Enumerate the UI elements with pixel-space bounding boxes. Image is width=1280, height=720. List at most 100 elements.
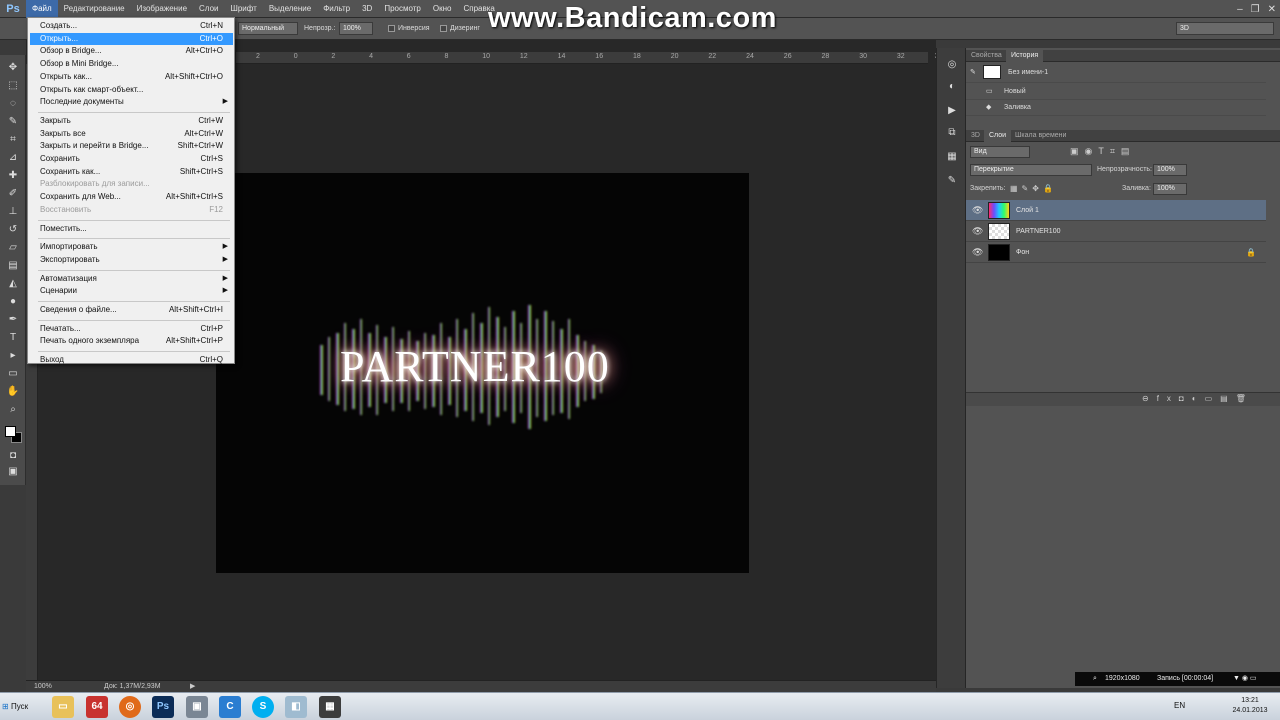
- layer-action-icons[interactable]: ⊖fx◘◐▭▤🗑: [1142, 394, 1254, 403]
- file-menu-item[interactable]: Сведения о файле... Alt+Shift+Ctrl+I: [30, 304, 233, 316]
- film-icon[interactable]: ▦: [319, 696, 341, 718]
- lock-icons[interactable]: ▦✎✥🔒: [1010, 184, 1057, 193]
- file-menu-item[interactable]: Экспортировать ▶: [30, 254, 233, 266]
- layer-opacity-input[interactable]: 100%: [1153, 164, 1187, 176]
- lasso-tool-icon[interactable]: ◌: [5, 97, 21, 111]
- file-menu-item[interactable]: Выход Ctrl+Q: [30, 354, 233, 366]
- history-brush-tool-icon[interactable]: ↺: [5, 223, 21, 237]
- healing-tool-icon[interactable]: ✚: [5, 169, 21, 183]
- monitor-icon[interactable]: ▣: [186, 696, 208, 718]
- crop-tool-icon[interactable]: ⌗: [5, 133, 21, 147]
- eyedropper-tool-icon[interactable]: ⊿: [5, 151, 21, 165]
- hand-tool-icon[interactable]: ✋: [5, 385, 21, 399]
- actions-icon[interactable]: ▶: [944, 104, 960, 118]
- blend-mode-select[interactable]: Нормальный: [238, 22, 298, 35]
- ccleaner-icon[interactable]: C: [219, 696, 241, 718]
- file-menu-item[interactable]: Сохранить Ctrl+S: [30, 153, 233, 165]
- tab-properties[interactable]: Свойства: [966, 50, 1007, 62]
- minimize-button[interactable]: –: [1237, 4, 1243, 15]
- file-menu-item[interactable]: Разблокировать для записи...: [30, 178, 233, 190]
- file-menu-item[interactable]: Обзор в Mini Bridge...: [30, 58, 233, 70]
- file-menu-item[interactable]: Восстановить F12: [30, 204, 233, 216]
- file-menu-item[interactable]: Открыть... Ctrl+O: [30, 32, 233, 45]
- layer-blend-select[interactable]: Перекрытие: [970, 164, 1092, 176]
- fill-input[interactable]: 100%: [1153, 183, 1187, 195]
- menu-edit[interactable]: Редактирование: [58, 0, 131, 18]
- eraser-tool-icon[interactable]: ▱: [5, 241, 21, 255]
- file-menu-item[interactable]: Сценарии ▶: [30, 285, 233, 297]
- dither-checkbox[interactable]: Дизеринг: [440, 22, 480, 35]
- history-icon[interactable]: ⧉: [944, 126, 960, 140]
- eye-icon[interactable]: 👁: [972, 221, 983, 242]
- history-snapshot[interactable]: ✎ Без имени-1: [966, 63, 1266, 83]
- layer-filter-icons[interactable]: ▣◉T⌗▤: [1070, 146, 1135, 157]
- file-menu-item[interactable]: Закрыть и перейти в Bridge... Shift+Ctrl+…: [30, 140, 233, 152]
- navigator-icon[interactable]: ◎: [944, 58, 960, 72]
- eye-icon[interactable]: 👁: [972, 242, 983, 263]
- language-indicator[interactable]: EN: [1174, 701, 1185, 710]
- tab-3d[interactable]: 3D: [966, 130, 985, 142]
- close-button[interactable]: ✕: [1268, 4, 1276, 15]
- layer-filter-select[interactable]: Вид: [970, 146, 1030, 158]
- marquee-tool-icon[interactable]: ⬚: [5, 79, 21, 93]
- opacity-input[interactable]: 100%: [339, 22, 373, 35]
- brushes-icon[interactable]: ✎: [944, 174, 960, 188]
- path-select-tool-icon[interactable]: ▸: [5, 349, 21, 363]
- menu-window[interactable]: Окно: [427, 0, 458, 18]
- file-menu-item[interactable]: Поместить...: [30, 223, 233, 235]
- folder-icon[interactable]: ◧: [285, 696, 307, 718]
- file-menu-item[interactable]: Сохранить как... Shift+Ctrl+S: [30, 166, 233, 178]
- zoom-tool-icon[interactable]: ⌕: [5, 403, 21, 417]
- firefox-icon[interactable]: ◎: [119, 696, 141, 718]
- tab-history[interactable]: История: [1006, 50, 1044, 62]
- quick-select-tool-icon[interactable]: ✎: [5, 115, 21, 129]
- document-canvas[interactable]: PARTNER100: [216, 173, 749, 573]
- history-state[interactable]: ◆ Заливка: [966, 100, 1266, 116]
- quick-mask-icon[interactable]: ◘: [5, 449, 21, 463]
- layer-row[interactable]: 👁 Слой 1: [966, 200, 1266, 221]
- menu-filter[interactable]: Фильтр: [317, 0, 356, 18]
- file-menu-item[interactable]: Создать... Ctrl+N: [30, 20, 233, 32]
- tab-layers[interactable]: Слои: [984, 130, 1012, 142]
- file-menu-item[interactable]: Открыть как смарт-объект...: [30, 84, 233, 96]
- foreground-color-swatch[interactable]: [5, 426, 16, 437]
- layer-row[interactable]: 👁 Фон 🔒: [966, 242, 1266, 263]
- inverse-checkbox[interactable]: Инверсия: [388, 22, 430, 35]
- blur-tool-icon[interactable]: ◭: [5, 277, 21, 291]
- gradient-tool-icon[interactable]: ▤: [5, 259, 21, 273]
- app-64-icon[interactable]: 64: [86, 696, 108, 718]
- file-menu-item[interactable]: Последние документы ▶: [30, 96, 233, 108]
- type-tool-icon[interactable]: T: [5, 331, 21, 345]
- workspace-select[interactable]: 3D: [1176, 22, 1274, 35]
- restore-button[interactable]: ❐: [1251, 4, 1260, 15]
- file-menu-item[interactable]: Автоматизация ▶: [30, 273, 233, 285]
- skype-icon[interactable]: S: [252, 696, 274, 718]
- menu-view[interactable]: Просмотр: [378, 0, 427, 18]
- file-menu-item[interactable]: Печать одного экземпляра Alt+Shift+Ctrl+P: [30, 335, 233, 347]
- shape-tool-icon[interactable]: ▭: [5, 367, 21, 381]
- file-menu-item[interactable]: Обзор в Bridge... Alt+Ctrl+O: [30, 45, 233, 57]
- file-menu-item[interactable]: Сохранить для Web... Alt+Shift+Ctrl+S: [30, 191, 233, 203]
- file-menu-item[interactable]: Закрыть все Alt+Ctrl+W: [30, 128, 233, 140]
- eye-icon[interactable]: 👁: [972, 200, 983, 221]
- tab-timeline[interactable]: Шкала времени: [1010, 130, 1071, 142]
- clone-stamp-tool-icon[interactable]: ⊥: [5, 205, 21, 219]
- dodge-tool-icon[interactable]: ●: [5, 295, 21, 309]
- file-menu-item[interactable]: Закрыть Ctrl+W: [30, 115, 233, 127]
- file-menu-item[interactable]: Открыть как... Alt+Shift+Ctrl+O: [30, 71, 233, 83]
- menu-layers[interactable]: Слои: [193, 0, 224, 18]
- adjustments-icon[interactable]: ◐: [944, 80, 960, 94]
- layer-row[interactable]: 👁 PARTNER100: [966, 221, 1266, 242]
- file-menu-item[interactable]: Импортировать ▶: [30, 241, 233, 253]
- menu-select[interactable]: Выделение: [263, 0, 317, 18]
- tray-clock[interactable]: 13:21 24.01.2013: [1222, 696, 1278, 716]
- history-state[interactable]: ▭ Новый: [966, 84, 1266, 100]
- move-tool-icon[interactable]: ✥: [5, 61, 21, 75]
- record-controls-icons[interactable]: ▼ ◉ ▭: [1233, 672, 1257, 686]
- start-button[interactable]: ⊞ Пуск: [2, 697, 38, 717]
- explorer-icon[interactable]: ▭: [52, 696, 74, 718]
- swatches-icon[interactable]: ▦: [944, 150, 960, 164]
- menu-3d[interactable]: 3D: [356, 0, 378, 18]
- menu-type[interactable]: Шрифт: [224, 0, 262, 18]
- file-menu-item[interactable]: Печатать... Ctrl+P: [30, 323, 233, 335]
